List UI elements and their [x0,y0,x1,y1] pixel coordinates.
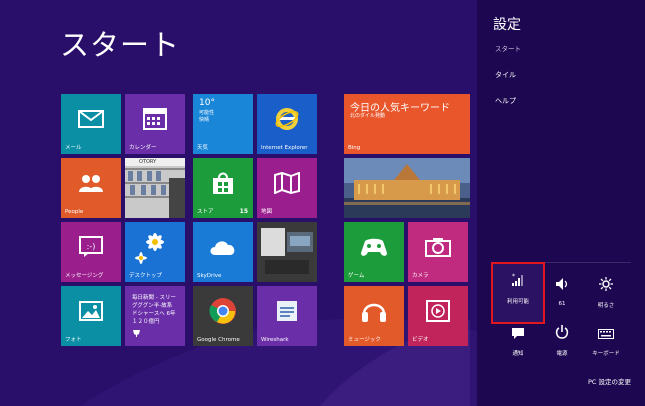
brightness-icon [599,276,613,295]
weather-temp: 10° [199,98,215,108]
tile-label: フォト [65,337,82,343]
svg-text::-): :-) [87,242,96,251]
camera-icon [425,237,451,261]
tile-label: Google Chrome [197,337,240,343]
sports-line1: 毎日新聞 - スリー [132,295,176,301]
tile-label: Bing [348,145,361,151]
wireshark-icon [276,300,298,326]
tile-video[interactable]: ビデオ [408,286,468,346]
tile-label: ビデオ [412,337,429,343]
store-badge: 15 [239,208,248,215]
tile-label: 地図 [261,209,273,215]
tile-weather[interactable]: 10° 可能性 快晴 天気 [193,94,253,154]
desktop-screenshot [257,222,317,282]
messaging-icon: :-) [79,236,103,262]
tile-sports[interactable]: 毎日新聞 - スリー グググン半-故系 ドシャースへ 6年 １２０億円 [125,286,185,346]
volume-button[interactable]: 61 [537,268,587,318]
network-label: 利用可能 [506,299,529,305]
power-icon [555,324,569,343]
svg-text:*: * [512,273,515,280]
tile-calendar[interactable]: カレンダー [125,94,185,154]
power-button[interactable]: 電源 [537,316,587,366]
tile-wireshark[interactable]: Wireshark [257,286,317,346]
volume-label: 61 [558,301,566,307]
keyboard-icon [598,324,614,343]
store-sign: OTORY [139,159,157,165]
tile-store[interactable]: ストア 15 [193,158,253,218]
bing-sub: 北のダイル発動 [350,113,386,119]
tile-photo[interactable]: フォト [61,286,121,346]
tile-label: SkyDrive [197,273,222,279]
tile-label: ストア [197,209,214,215]
pc-settings-link[interactable]: PC 設定の変更 [588,376,631,386]
tile-label: ミュージック [348,337,381,343]
tile-label: メッセージング [65,273,104,279]
tile-label: 天気 [197,145,209,151]
speaker-icon [555,276,569,295]
tile-label: メール [65,145,82,151]
tile-ie[interactable]: Internet Explorer [257,94,317,154]
parliament-photo [344,158,470,218]
trophy-icon [132,323,141,342]
tile-messaging[interactable]: :-) メッセージング [61,222,121,282]
weather-desc2: 快晴 [199,117,210,123]
notifications-label: 通知 [512,351,524,357]
tile-music[interactable]: ミュージック [344,286,404,346]
weather-desc1: 可能性 [199,110,215,116]
tile-label: Wireshark [261,337,289,343]
brightness-button[interactable]: 明るさ [581,268,631,318]
network-button[interactable]: * 利用可能 [491,262,545,324]
network-signal-icon: * [511,272,525,291]
tile-label: People [65,209,84,215]
tile-skydrive[interactable]: SkyDrive [193,222,253,282]
keyboard-button[interactable]: キーボード [581,316,631,366]
store-shelves-photo [125,158,185,218]
calendar-icon [143,108,167,134]
people-icon [77,173,105,197]
tile-chrome[interactable]: Google Chrome [193,286,253,346]
cloud-icon [208,238,238,260]
notifications-button[interactable]: 通知 [493,316,543,366]
divider [493,262,631,263]
tile-games[interactable]: ゲーム [344,222,404,282]
settings-link-tiles[interactable]: タイル [495,70,516,80]
sports-line3: ドシャースへ 6年 [132,311,176,317]
power-label: 電源 [556,351,568,357]
keyboard-label: キーボード [592,351,620,357]
tile-bing[interactable]: 今日の人気キーワード 北のダイル発動 Bing [344,94,470,154]
tile-label: デスクトップ [129,273,163,279]
tile-mail[interactable]: メール [61,94,121,154]
sports-line2: グググン半-故系 [132,303,173,309]
tile-desktop[interactable]: デスクトップ [125,222,185,282]
tile-photo-parliament[interactable] [344,158,470,218]
brightness-label: 明るさ [597,303,615,309]
headphones-icon [360,298,388,328]
map-icon [274,171,300,198]
tile-desktop-screenshot[interactable] [257,222,317,282]
tile-label: カレンダー [129,145,157,151]
tile-camera[interactable]: カメラ [408,222,468,282]
notification-icon [511,324,525,343]
video-play-icon [426,300,450,326]
settings-context: スタート [495,45,521,53]
settings-charm-panel: 設定 スタート タイル ヘルプ * 利用可能 61 明るさ 通知 電源 キーボー… [477,0,645,406]
start-title: スタート [60,28,181,62]
tile-label: カメラ [412,273,429,279]
settings-link-help[interactable]: ヘルプ [495,96,516,106]
store-bag-icon [211,171,235,199]
xbox-controller-icon [360,236,388,262]
ie-icon [274,106,300,136]
chrome-icon [209,297,237,329]
settings-heading: 設定 [493,17,521,33]
tile-photos-store[interactable]: OTORY [125,158,185,218]
photo-icon [79,301,103,325]
tile-maps[interactable]: 地図 [257,158,317,218]
tile-people[interactable]: People [61,158,121,218]
mail-icon [78,110,104,132]
tile-label: ゲーム [348,273,365,279]
tile-label: Internet Explorer [261,145,308,151]
